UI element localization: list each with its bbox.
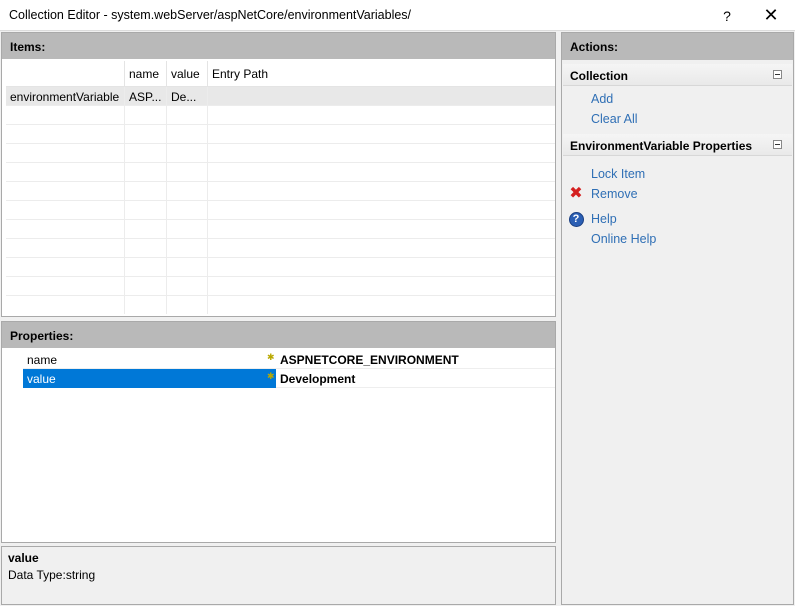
cell-entry-path [208, 87, 555, 106]
help-button[interactable]: ? [705, 0, 749, 31]
property-row-name[interactable]: name ✱ ASPNETCORE_ENVIRONMENT [23, 350, 555, 369]
actions-panel: Actions: Collection Add Clear All Enviro… [561, 32, 794, 605]
row-gutter [3, 350, 23, 369]
property-row-value[interactable]: value ✱ Development [23, 369, 555, 388]
required-marker-icon: ✱ [267, 371, 275, 381]
empty-row [6, 106, 555, 125]
column-header-name[interactable]: name [125, 61, 167, 87]
cell-name: ASP... [125, 87, 167, 106]
column-header-value[interactable]: value [167, 61, 208, 87]
items-panel: Items: name value Entry Path environment… [1, 32, 556, 317]
item-properties-section-header[interactable]: EnvironmentVariable Properties [563, 134, 792, 156]
cell-value: De... [167, 87, 208, 106]
empty-row [6, 163, 555, 182]
empty-row [6, 182, 555, 201]
property-label: value [23, 369, 276, 388]
actions-header: Actions: [562, 33, 793, 60]
add-link[interactable]: Add [591, 92, 613, 106]
empty-row [6, 201, 555, 220]
property-value[interactable]: Development [280, 369, 355, 388]
column-header-entry-path[interactable]: Entry Path [208, 61, 555, 87]
collapse-icon[interactable] [773, 70, 782, 79]
grid-header-row: name value Entry Path [6, 61, 555, 87]
properties-header: Properties: [2, 322, 555, 348]
description-title: value [8, 551, 39, 565]
empty-row [6, 277, 555, 296]
empty-row [6, 296, 555, 314]
property-label: name [27, 353, 58, 367]
online-help-link[interactable]: Online Help [591, 232, 656, 246]
item-properties-section-label: EnvironmentVariable Properties [570, 139, 753, 153]
empty-row [6, 220, 555, 239]
clear-all-link[interactable]: Clear All [591, 112, 638, 126]
description-panel: value Data Type:string [1, 546, 556, 605]
cell-item-type: environmentVariable [6, 87, 125, 106]
remove-icon: ✖ [569, 185, 583, 202]
items-grid[interactable]: name value Entry Path environmentVariabl… [6, 61, 555, 314]
property-value[interactable]: ASPNETCORE_ENVIRONMENT [280, 350, 459, 369]
empty-row [6, 258, 555, 277]
empty-row [6, 239, 555, 258]
table-row[interactable]: environmentVariable ASP... De... [6, 87, 555, 106]
help-link[interactable]: Help [591, 212, 617, 226]
properties-panel: Properties: name ✱ ASPNETCORE_ENVIRONMEN… [1, 321, 556, 543]
title-bar: Collection Editor - system.webServer/asp… [0, 0, 795, 31]
column-header-blank[interactable] [6, 61, 125, 87]
close-button[interactable]: ✕ [749, 0, 793, 31]
help-icon: ? [568, 211, 584, 227]
collection-section-label: Collection [570, 69, 629, 83]
required-marker-icon: ✱ [267, 352, 275, 362]
collapse-icon[interactable] [773, 140, 782, 149]
empty-row [6, 125, 555, 144]
empty-row [6, 144, 555, 163]
row-gutter [3, 369, 23, 388]
collection-section-header[interactable]: Collection [563, 64, 792, 86]
remove-link[interactable]: Remove [591, 187, 638, 201]
window-title: Collection Editor - system.webServer/asp… [9, 8, 412, 22]
description-text: Data Type:string [8, 568, 96, 582]
items-header: Items: [2, 33, 555, 59]
help-icon-wrap: ? [568, 211, 584, 227]
lock-item-link[interactable]: Lock Item [591, 167, 645, 181]
